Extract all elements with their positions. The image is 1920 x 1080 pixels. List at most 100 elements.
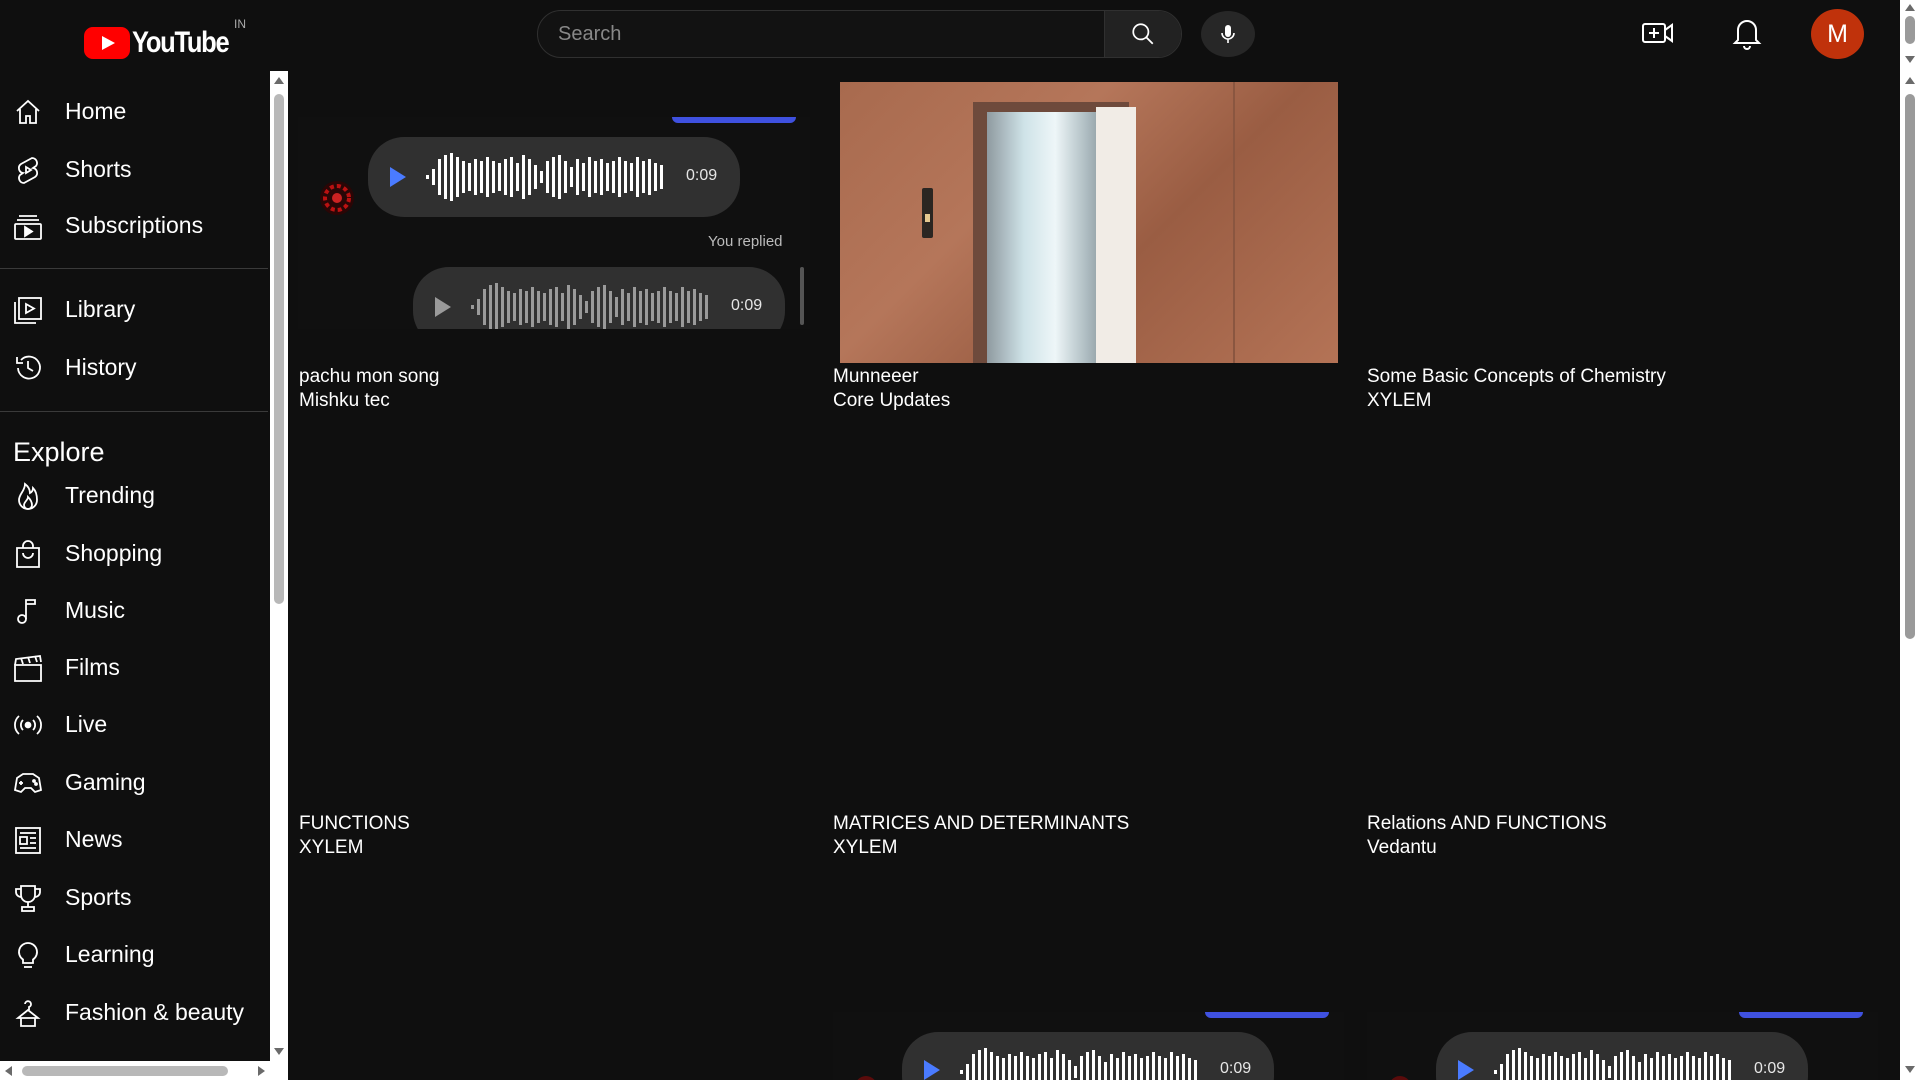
- waveform-icon: [471, 283, 708, 329]
- sidebar-item-library[interactable]: Library: [0, 285, 268, 333]
- scroll-up-arrow-icon[interactable]: [1905, 77, 1915, 84]
- scroll-right-arrow-icon[interactable]: [258, 1066, 265, 1076]
- music-icon: [17, 599, 36, 624]
- notifications-button[interactable]: [1727, 13, 1767, 53]
- news-icon: [15, 827, 41, 854]
- sidebar-item-home[interactable]: Home: [0, 87, 268, 135]
- sidebar-item-label: Sports: [65, 883, 132, 910]
- video-channel[interactable]: XYLEM: [1367, 390, 1431, 412]
- sidebar-item-label: Home: [65, 97, 127, 124]
- voice-duration: 0:09: [1754, 1060, 1786, 1077]
- history-icon: [16, 355, 41, 380]
- video-title[interactable]: pachu mon song: [299, 366, 440, 388]
- sidebar-item-label: History: [65, 353, 137, 380]
- play-icon[interactable]: [924, 1060, 940, 1080]
- sidebar-item-fashion-beauty[interactable]: Fashion & beauty: [0, 988, 268, 1036]
- sidebar-item-label: Gaming: [65, 768, 146, 795]
- scrollbar-thumb[interactable]: [1905, 94, 1915, 639]
- sidebar-item-label: Films: [65, 653, 120, 680]
- waveform-icon: [960, 1048, 1197, 1080]
- search-input[interactable]: [538, 11, 1104, 57]
- scroll-left-arrow-icon[interactable]: [5, 1066, 12, 1076]
- video-thumbnail[interactable]: 0:09: [833, 1012, 1344, 1080]
- sidebar-item-films[interactable]: Films: [0, 643, 268, 691]
- sidebar-vertical-scrollbar[interactable]: [270, 71, 288, 1061]
- scroll-up-arrow-icon[interactable]: [274, 77, 284, 84]
- video-title[interactable]: MATRICES AND DETERMINANTS: [833, 813, 1129, 835]
- youtube-play-logo-icon: [84, 27, 130, 59]
- video-thumbnail[interactable]: [1367, 82, 1879, 363]
- gaming-icon: [13, 773, 43, 794]
- live-icon: [14, 715, 42, 735]
- scrollbar-thumb[interactable]: [274, 94, 284, 604]
- video-channel[interactable]: Vedantu: [1367, 837, 1437, 859]
- video-thumbnail[interactable]: 0:09: [1367, 1012, 1878, 1080]
- scrollbar-corner: [270, 1061, 288, 1080]
- bell-icon: [1732, 20, 1762, 50]
- video-thumbnail[interactable]: [298, 450, 810, 810]
- video-thumbnail[interactable]: [1367, 450, 1879, 810]
- voice-duration: 0:09: [686, 167, 718, 184]
- logo-text: YouTube: [132, 26, 230, 59]
- video-title[interactable]: Munneeer: [833, 366, 919, 388]
- elevator-door-panel: [1096, 107, 1136, 363]
- sidebar-item-label: Fashion & beauty: [65, 998, 245, 1025]
- sidebar-item-live[interactable]: Live: [0, 700, 268, 748]
- scroll-up-arrow-icon[interactable]: [1905, 4, 1915, 11]
- sidebar-horizontal-scrollbar[interactable]: [0, 1061, 270, 1080]
- waveform-icon: [1494, 1048, 1731, 1080]
- sidebar-item-label: Learning: [65, 940, 155, 967]
- chat-bubble-edge: [672, 117, 796, 123]
- video-channel[interactable]: Core Updates: [833, 390, 950, 412]
- elevator-call-panel: [922, 188, 933, 238]
- explore-heading: Explore: [13, 437, 105, 467]
- voice-message-bubble: 0:09: [1436, 1032, 1808, 1080]
- sidebar-item-subscriptions[interactable]: Subscriptions: [0, 201, 268, 249]
- video-title[interactable]: Relations AND FUNCTIONS: [1367, 813, 1607, 835]
- play-icon[interactable]: [390, 167, 406, 187]
- video-channel[interactable]: Mishku tec: [299, 390, 390, 412]
- sidebar-item-trending[interactable]: Trending: [0, 471, 268, 519]
- video-channel[interactable]: XYLEM: [299, 837, 363, 859]
- account-avatar[interactable]: M: [1811, 9, 1864, 59]
- sidebar-item-label: Trending: [65, 481, 155, 508]
- video-thumbnail[interactable]: [840, 82, 1338, 363]
- play-icon[interactable]: [435, 297, 451, 317]
- scroll-down-arrow-icon[interactable]: [1905, 1066, 1915, 1073]
- video-title[interactable]: Some Basic Concepts of Chemistry: [1367, 366, 1666, 388]
- elevator-door: [987, 112, 1111, 363]
- sidebar-item-label: Live: [65, 710, 108, 737]
- subscriptions-icon: [14, 215, 42, 240]
- waveform-icon: [426, 153, 663, 201]
- search-icon: [1132, 23, 1154, 45]
- voice-duration: 0:09: [1220, 1060, 1252, 1077]
- sidebar-item-learning[interactable]: Learning: [0, 930, 268, 978]
- sidebar-item-sports[interactable]: Sports: [0, 873, 268, 921]
- sidebar-item-news[interactable]: News: [0, 815, 268, 863]
- sidebar-item-label: Subscriptions: [65, 211, 204, 238]
- voice-search-button[interactable]: [1201, 11, 1255, 57]
- play-icon[interactable]: [1458, 1060, 1474, 1080]
- sidebar-item-shopping[interactable]: Shopping: [0, 529, 268, 577]
- chat-scroll-indicator: [800, 267, 804, 325]
- scrollbar-thumb[interactable]: [22, 1066, 228, 1076]
- video-title[interactable]: FUNCTIONS: [299, 813, 410, 835]
- video-channel[interactable]: XYLEM: [833, 837, 897, 859]
- sidebar-item-label: Music: [65, 596, 126, 623]
- search-button[interactable]: [1104, 11, 1181, 57]
- page-vertical-scrollbar[interactable]: [1900, 0, 1920, 1080]
- scroll-down-arrow-icon[interactable]: [1905, 56, 1915, 63]
- sidebar-item-history[interactable]: History: [0, 343, 268, 391]
- youtube-logo[interactable]: YouTube IN: [84, 17, 246, 60]
- sidebar-item-music[interactable]: Music: [0, 586, 268, 634]
- create-video-button[interactable]: [1638, 13, 1678, 53]
- scrollbar-thumb[interactable]: [1905, 16, 1915, 44]
- video-thumbnail[interactable]: [833, 450, 1345, 810]
- sidebar-item-gaming[interactable]: Gaming: [0, 758, 268, 806]
- microphone-icon: [1221, 25, 1235, 43]
- wall-seam: [1233, 82, 1235, 363]
- video-thumbnail[interactable]: 0:09 You replied 0:09: [298, 117, 810, 329]
- create-video-icon: [1642, 23, 1673, 43]
- scroll-down-arrow-icon[interactable]: [274, 1048, 284, 1055]
- sidebar-item-shorts[interactable]: Shorts: [0, 145, 268, 193]
